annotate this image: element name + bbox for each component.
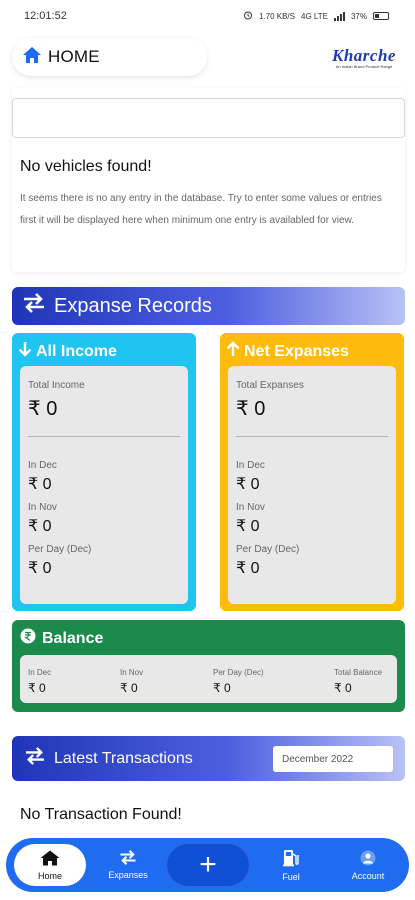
status-icons: 1.70 KB/S 4G LTE 37% [243, 10, 389, 22]
vehicle-search-box[interactable] [12, 98, 405, 138]
net-rate: 1.70 KB/S [258, 11, 295, 21]
latest-transactions-header: Latest Transactions December 2022 [12, 736, 405, 781]
expanses-dec-label: In Dec [236, 460, 265, 471]
balance-nov-value: ₹ 0 [120, 681, 138, 695]
income-summary: Total Income ₹ 0 In Dec ₹ 0 In Nov ₹ 0 P… [20, 366, 188, 604]
nav-account-label: Account [351, 870, 385, 881]
net-expanses-title: Net Expanses [244, 342, 349, 360]
status-time: 12:01:52 [24, 10, 67, 22]
home-header[interactable]: HOME [12, 38, 207, 76]
all-income-panel: All Income Total Income ₹ 0 In Dec ₹ 0 I… [12, 333, 196, 611]
income-perday-value: ₹ 0 [28, 560, 52, 577]
month-selector[interactable]: December 2022 [273, 746, 393, 772]
all-income-header: All Income [18, 341, 117, 362]
balance-panel: Balance In Dec ₹ 0 In Nov ₹ 0 Per Day (D… [12, 620, 405, 712]
no-vehicles-title: No vehicles found! [20, 158, 152, 175]
nav-home-label: Home [37, 870, 62, 881]
income-dec-label: In Dec [28, 460, 57, 471]
arrow-down-icon [18, 341, 32, 362]
brand-logo: Kharche An Indian Brand Product Range [325, 47, 403, 73]
latest-transactions-title: Latest Transactions [54, 749, 193, 767]
alarm-icon [243, 10, 253, 22]
balance-icon [20, 628, 36, 649]
total-income-value: ₹ 0 [28, 398, 58, 420]
balance-perday-label: Per Day (Dec) [213, 668, 264, 677]
balance-total-value: ₹ 0 [334, 681, 352, 695]
page-title: HOME [48, 47, 100, 66]
no-transaction-title: No Transaction Found! [20, 806, 182, 823]
balance-total-label: Total Balance [334, 668, 383, 677]
arrow-up-icon [226, 341, 240, 362]
signal-icon [333, 11, 345, 21]
balance-perday-value: ₹ 0 [213, 681, 231, 695]
nav-expanses-label: Expanses [108, 870, 148, 880]
balance-nov-label: In Nov [120, 668, 144, 677]
swap-icon [119, 850, 137, 867]
nav-expanses[interactable]: Expanses [98, 838, 158, 892]
nav-account[interactable]: Account [340, 838, 396, 892]
divider [28, 436, 180, 437]
balance-dec-value: ₹ 0 [28, 681, 46, 695]
fuel-pump-icon [282, 849, 300, 869]
income-nov-label: In Nov [28, 502, 57, 513]
status-bar: 12:01:52 1.70 KB/S 4G LTE 37% [0, 0, 415, 32]
expanses-nov-label: In Nov [236, 502, 265, 513]
income-nov-value: ₹ 0 [28, 518, 52, 535]
total-expanses-value: ₹ 0 [236, 398, 266, 420]
net-type: 4G LTE [301, 11, 328, 21]
bottom-nav: Home Expanses + Fuel Account [6, 838, 409, 892]
balance-header: Balance [20, 628, 103, 649]
net-expanses-panel: Net Expanses Total Expanses ₹ 0 In Dec ₹… [220, 333, 404, 611]
swap-icon [24, 747, 46, 770]
expanses-summary: Total Expanses ₹ 0 In Dec ₹ 0 In Nov ₹ 0… [228, 366, 396, 604]
plus-icon: + [199, 848, 217, 881]
battery-percent: 37% [350, 11, 367, 21]
divider [236, 436, 388, 437]
account-icon [360, 850, 376, 868]
expanse-records-title: Expanse Records [54, 294, 212, 317]
expanse-records-header: Expanse Records [12, 287, 405, 325]
expanses-perday-label: Per Day (Dec) [236, 544, 300, 555]
no-vehicles-text: It seems there is no any entry in the da… [20, 193, 382, 226]
add-button[interactable]: + [166, 843, 250, 887]
logo-tagline: An Indian Brand Product Range [335, 64, 393, 69]
balance-dec-label: In Dec [28, 668, 52, 677]
logo-text: Kharche [332, 46, 396, 65]
battery-icon [373, 12, 389, 20]
nav-fuel[interactable]: Fuel [268, 838, 314, 892]
home-icon [22, 46, 42, 69]
nav-fuel-label: Fuel [282, 871, 300, 882]
balance-title: Balance [42, 629, 104, 647]
balance-summary: In Dec ₹ 0 In Nov ₹ 0 Per Day (Dec) ₹ 0 … [20, 655, 397, 703]
net-expanses-header: Net Expanses [226, 341, 349, 362]
all-income-title: All Income [36, 342, 117, 360]
expanses-dec-value: ₹ 0 [236, 476, 260, 493]
nav-home[interactable]: Home [14, 844, 86, 886]
income-perday-label: Per Day (Dec) [28, 544, 92, 555]
expanses-nov-value: ₹ 0 [236, 518, 260, 535]
total-expanses-label: Total Expanses [236, 380, 304, 391]
total-income-label: Total Income [28, 380, 85, 391]
swap-icon [22, 293, 46, 319]
vehicles-card: No vehicles found! It seems there is no … [12, 88, 405, 272]
home-icon [40, 850, 60, 868]
expanses-perday-value: ₹ 0 [236, 560, 260, 577]
income-dec-value: ₹ 0 [28, 476, 52, 493]
